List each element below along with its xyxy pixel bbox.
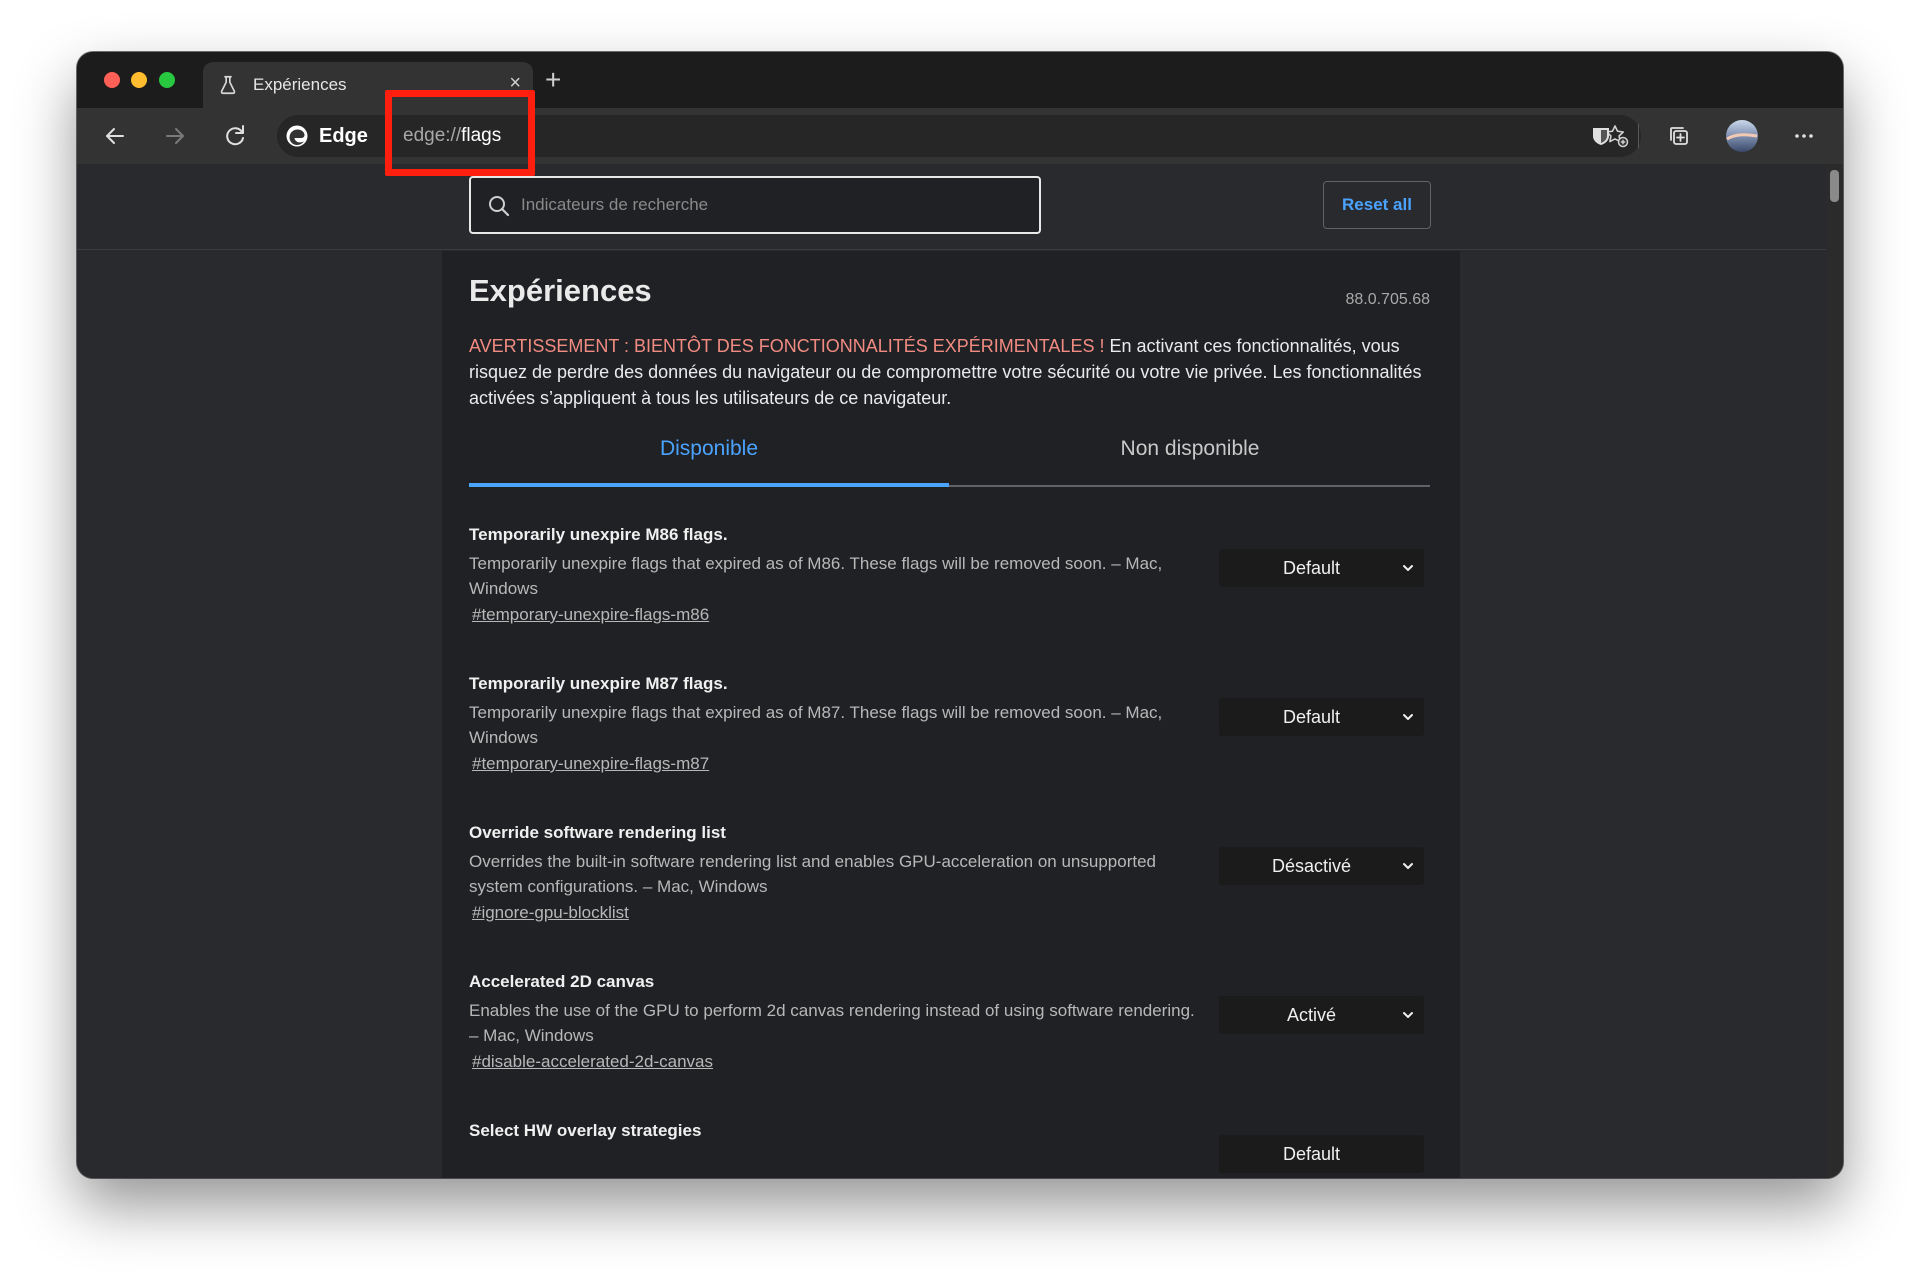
flag-description: Overrides the built-in software renderin… [469, 852, 1156, 896]
forward-arrow-icon[interactable] [161, 122, 189, 150]
edge-chip[interactable]: Edge [285, 122, 368, 150]
address-bar[interactable]: Edge edge://flags [277, 115, 1641, 157]
flag-select[interactable]: Default [1219, 549, 1424, 587]
maximize-window-button[interactable] [159, 72, 175, 88]
flag-name: Accelerated 2D canvas [469, 972, 655, 991]
chevron-down-icon [1403, 714, 1413, 720]
shield-icon[interactable] [1587, 122, 1615, 150]
flag-name: Temporarily unexpire M86 flags. [469, 525, 728, 544]
tab-strip: Expériences × + [77, 52, 1843, 108]
search-icon [489, 196, 510, 217]
tab-close-icon[interactable]: × [509, 72, 521, 95]
flag-name: Select HW overlay strategies [469, 1121, 702, 1140]
toolbar-divider [1638, 124, 1639, 148]
search-input[interactable] [521, 178, 1021, 232]
flag-link[interactable]: #ignore-gpu-blocklist [472, 903, 629, 923]
scrollbar-thumb[interactable] [1830, 170, 1839, 202]
page-title: Expériences [469, 273, 652, 308]
collections-icon[interactable] [1665, 122, 1693, 150]
search-box[interactable] [469, 176, 1041, 234]
flag-item: Temporarily unexpire M87 flags. Temporar… [469, 674, 1430, 794]
flag-link[interactable]: #temporary-unexpire-flags-m87 [472, 754, 709, 774]
new-tab-button[interactable]: + [545, 66, 561, 94]
flag-description: Temporarily unexpire flags that expired … [469, 554, 1163, 598]
flag-link[interactable]: #temporary-unexpire-flags-m86 [472, 605, 709, 625]
browser-tab-experiences[interactable]: Expériences × [203, 62, 533, 108]
refresh-icon[interactable] [221, 122, 249, 150]
tab-title: Expériences [253, 75, 347, 94]
flags-search-bar: Reset all [77, 164, 1826, 250]
warning-strong: AVERTISSEMENT : BIENTÔT DES FONCTIONNALI… [469, 336, 1105, 356]
reset-all-button[interactable]: Reset all [1323, 181, 1431, 229]
chevron-down-icon [1403, 863, 1413, 869]
tab-unavailable[interactable]: Non disponible [950, 429, 1430, 487]
minimize-window-button[interactable] [131, 72, 147, 88]
browser-window: Expériences × + Edge edge://flags Indica… [77, 52, 1843, 1178]
flag-select[interactable]: Default [1219, 698, 1424, 736]
flag-item: Select HW overlay strategies Default [469, 1121, 1430, 1178]
flags-content: Expériences 88.0.705.68 AVERTISSEMENT : … [442, 251, 1460, 1178]
flag-select-value: Désactivé [1271, 856, 1352, 876]
flag-select[interactable]: Désactivé [1219, 847, 1424, 885]
chevron-down-icon [1403, 565, 1413, 571]
flag-item: Accelerated 2D canvas Enables the use of… [469, 972, 1430, 1092]
edge-logo-icon [286, 125, 308, 147]
browser-toolbar: Edge edge://flags [77, 108, 1843, 164]
flag-item: Temporarily unexpire M86 flags. Temporar… [469, 525, 1430, 645]
flag-select-value: Default [1282, 707, 1341, 727]
flag-select[interactable]: Default [1219, 1135, 1424, 1173]
flag-item: Override software rendering list Overrid… [469, 823, 1430, 943]
flag-select-value: Default [1282, 1144, 1341, 1164]
flag-link[interactable]: #disable-accelerated-2d-canvas [472, 1052, 713, 1072]
flag-select-value: Default [1282, 558, 1341, 578]
profile-avatar[interactable] [1725, 119, 1759, 153]
close-window-button[interactable] [104, 72, 120, 88]
warning-message: AVERTISSEMENT : BIENTÔT DES FONCTIONNALI… [469, 333, 1430, 411]
flag-select[interactable]: Activé [1219, 996, 1424, 1034]
tab-available[interactable]: Disponible [469, 429, 949, 487]
flag-name: Override software rendering list [469, 823, 726, 842]
back-arrow-icon[interactable] [101, 122, 129, 150]
flag-select-value: Activé [1286, 1005, 1337, 1025]
version-number: 88.0.705.68 [1345, 291, 1430, 308]
edge-label: Edge [319, 124, 368, 147]
flag-name: Temporarily unexpire M87 flags. [469, 674, 728, 693]
flag-description: Temporarily unexpire flags that expired … [469, 703, 1163, 747]
url-path: flags [461, 125, 502, 146]
page-scrollbar[interactable] [1826, 164, 1843, 1178]
chevron-down-icon [1403, 1012, 1413, 1018]
more-options-icon[interactable] [1790, 122, 1818, 150]
flag-description: Enables the use of the GPU to perform 2d… [469, 1001, 1195, 1045]
flask-icon [220, 75, 236, 95]
url-text[interactable]: edge://flags [403, 125, 501, 147]
flags-tabs: Disponible Non disponible [469, 429, 1430, 487]
url-scheme: edge:// [403, 125, 462, 146]
flags-page: Reset all Expériences 88.0.705.68 AVERTI… [77, 164, 1826, 1178]
